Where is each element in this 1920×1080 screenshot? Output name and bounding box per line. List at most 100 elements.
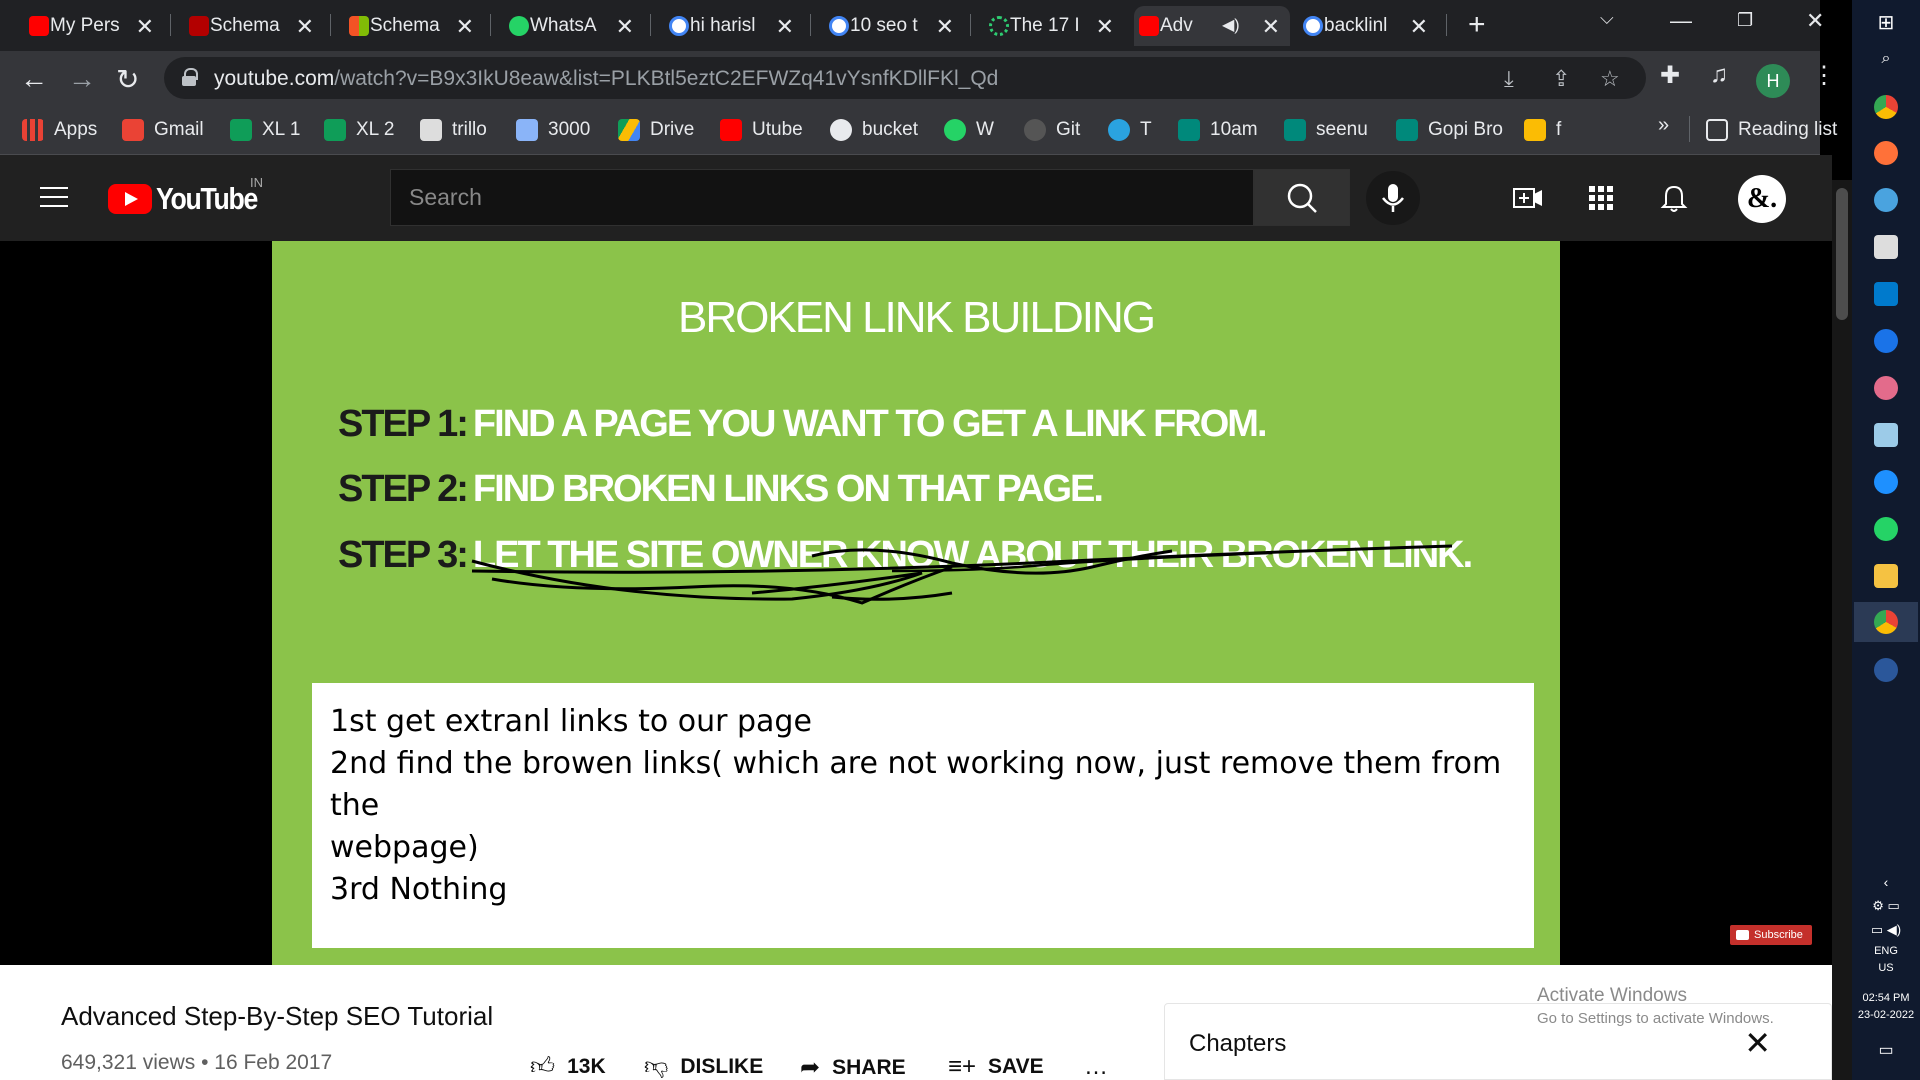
url-text[interactable]: youtube.com/watch?v=B9x3IkU8eaw&list=PLK… xyxy=(214,67,998,91)
logo-text: YouTube xyxy=(156,181,258,216)
chrome-profile-icon[interactable] xyxy=(1874,610,1898,634)
star-icon[interactable]: ☆ xyxy=(1600,66,1620,92)
notes-icon[interactable] xyxy=(1874,423,1898,447)
bookmark-xl2[interactable]: XL 2 xyxy=(324,117,394,143)
paint-icon[interactable] xyxy=(1874,376,1898,400)
close-icon[interactable]: ✕ xyxy=(296,14,314,40)
region-indicator[interactable]: US xyxy=(1852,962,1920,974)
extensions-icon[interactable]: ✚ xyxy=(1660,61,1680,90)
clock-time[interactable]: 02:54 PM xyxy=(1852,992,1920,1004)
install-icon[interactable]: ⤓ xyxy=(1504,66,1514,92)
restore-button[interactable]: ❐ xyxy=(1737,10,1753,31)
video-player[interactable]: BROKEN LINK BUILDING STEP 1: FIND A PAGE … xyxy=(0,241,1832,965)
bookmark-gmail[interactable]: Gmail xyxy=(122,117,204,143)
bookmark-drive[interactable]: Drive xyxy=(618,117,694,143)
bookmark-w[interactable]: W xyxy=(944,117,994,143)
like-button[interactable]: 👍︎ 13K xyxy=(530,1053,606,1080)
bookmark-git[interactable]: Git xyxy=(1024,117,1080,143)
youtube-logo[interactable]: YouTube xyxy=(108,181,274,217)
chrome-icon[interactable] xyxy=(1874,95,1898,119)
account-avatar[interactable]: &. xyxy=(1738,175,1786,223)
close-icon[interactable]: ✕ xyxy=(936,14,954,40)
menu-icon[interactable] xyxy=(40,187,68,207)
bookmark-utube[interactable]: Utube xyxy=(720,117,803,143)
scrollbar-thumb[interactable] xyxy=(1836,188,1848,320)
new-tab-button[interactable]: + xyxy=(1468,8,1486,42)
app-icon[interactable] xyxy=(1874,658,1898,682)
vscode-icon[interactable] xyxy=(1874,282,1898,306)
close-icon[interactable]: ✕ xyxy=(1744,1024,1771,1062)
bookmark-t[interactable]: T xyxy=(1108,117,1152,143)
share-icon[interactable]: ⇪ xyxy=(1552,66,1570,92)
tab-whatsapp[interactable]: WhatsA ✕ xyxy=(504,6,644,46)
firefox-icon[interactable] xyxy=(1874,141,1898,165)
system-tray-icon[interactable]: ⚙ ▭ xyxy=(1852,898,1920,914)
bookmark-gopi-bro[interactable]: Gopi Bro xyxy=(1396,117,1503,143)
close-icon[interactable]: ✕ xyxy=(1262,14,1280,40)
close-icon[interactable]: ✕ xyxy=(136,14,154,40)
profile-avatar[interactable]: H xyxy=(1756,64,1790,98)
more-actions-button[interactable]: … xyxy=(1084,1053,1120,1080)
more-bookmarks-icon[interactable]: » xyxy=(1658,114,1669,137)
bookmark-bucket[interactable]: bucket xyxy=(830,117,918,143)
subscribe-watermark[interactable]: Subscribe xyxy=(1730,925,1812,945)
network-volume-icon[interactable]: ▭ ◀) xyxy=(1852,922,1920,938)
page-scrollbar[interactable] xyxy=(1832,180,1852,1080)
create-video-icon[interactable] xyxy=(1512,185,1544,211)
search-box[interactable] xyxy=(390,169,1254,226)
tab-schema-1[interactable]: Schema ✕ xyxy=(184,6,324,46)
clock-date[interactable]: 23-02-2022 xyxy=(1852,1009,1920,1021)
close-icon[interactable]: ✕ xyxy=(776,14,794,40)
media-control-icon[interactable]: ♫ xyxy=(1710,61,1728,89)
chevron-left-icon[interactable]: ‹ xyxy=(1852,874,1920,890)
tab-backlink[interactable]: backlinl ✕ xyxy=(1298,6,1438,46)
file-explorer-icon[interactable] xyxy=(1874,564,1898,588)
reload-button[interactable]: ↻ xyxy=(116,63,139,96)
bookmark-3000[interactable]: 3000 xyxy=(516,117,590,143)
save-button[interactable]: ≡+ SAVE xyxy=(948,1053,1044,1080)
search-button[interactable] xyxy=(1254,169,1350,226)
menu-icon[interactable]: ⋮ xyxy=(1812,61,1836,90)
language-indicator[interactable]: ENG xyxy=(1852,945,1920,957)
maps-icon[interactable] xyxy=(1874,329,1898,353)
minimize-button[interactable]: — xyxy=(1670,8,1692,34)
bookmark-f[interactable]: f xyxy=(1524,117,1561,143)
share-button[interactable]: ➦ SHARE xyxy=(800,1053,906,1080)
tab-10-seo[interactable]: 10 seo t ✕ xyxy=(824,6,964,46)
app-icon[interactable] xyxy=(1874,188,1898,212)
address-bar[interactable]: youtube.com/watch?v=B9x3IkU8eaw&list=PLK… xyxy=(164,57,1646,99)
apps-grid-icon[interactable] xyxy=(1588,185,1614,211)
back-button[interactable]: ← xyxy=(20,63,48,95)
bookmark-label: 3000 xyxy=(548,119,591,140)
tab-search-icon[interactable]: ⌵ xyxy=(1600,8,1614,29)
forward-button[interactable]: → xyxy=(68,63,96,95)
notifications-bell-icon[interactable] xyxy=(1660,182,1688,214)
bookmark-apps[interactable]: Apps xyxy=(22,117,97,143)
bookmark-10am[interactable]: 10am xyxy=(1178,117,1258,143)
notification-center-icon[interactable]: ▭ xyxy=(1852,1040,1920,1060)
dislike-button[interactable]: 👎︎ DISLIKE xyxy=(644,1053,763,1080)
close-window-button[interactable]: ✕ xyxy=(1806,8,1824,34)
search-icon[interactable]: ⌕ xyxy=(1852,50,1920,68)
safari-icon[interactable] xyxy=(1874,470,1898,494)
close-icon[interactable]: ✕ xyxy=(1410,14,1428,40)
activate-windows-subtitle: Go to Settings to activate Windows. xyxy=(1537,1010,1774,1027)
voice-search-button[interactable] xyxy=(1366,171,1420,225)
close-icon[interactable]: ✕ xyxy=(456,14,474,40)
tab-the-17[interactable]: The 17 I ✕ xyxy=(984,6,1124,46)
speaker-icon[interactable]: ◀) xyxy=(1222,15,1240,35)
close-icon[interactable]: ✕ xyxy=(616,14,634,40)
tab-adv-active[interactable]: Adv ◀) ✕ xyxy=(1134,6,1290,46)
tab-hi-harish[interactable]: hi harisl ✕ xyxy=(664,6,804,46)
windows-start-icon[interactable]: ⊞ xyxy=(1852,10,1920,35)
whatsapp-icon[interactable] xyxy=(1874,517,1898,541)
close-icon[interactable]: ✕ xyxy=(1096,14,1114,40)
snipping-tool-icon[interactable] xyxy=(1874,235,1898,259)
tab-schema-2[interactable]: Schema ✕ xyxy=(344,6,484,46)
bookmark-trillo[interactable]: trillo xyxy=(420,117,487,143)
reading-list-button[interactable]: Reading list xyxy=(1706,117,1837,143)
bookmark-seenu[interactable]: seenu xyxy=(1284,117,1368,143)
tab-my-pers[interactable]: My Pers ✕ xyxy=(24,6,164,46)
bookmark-xl1[interactable]: XL 1 xyxy=(230,117,300,143)
search-input[interactable] xyxy=(391,170,1253,225)
